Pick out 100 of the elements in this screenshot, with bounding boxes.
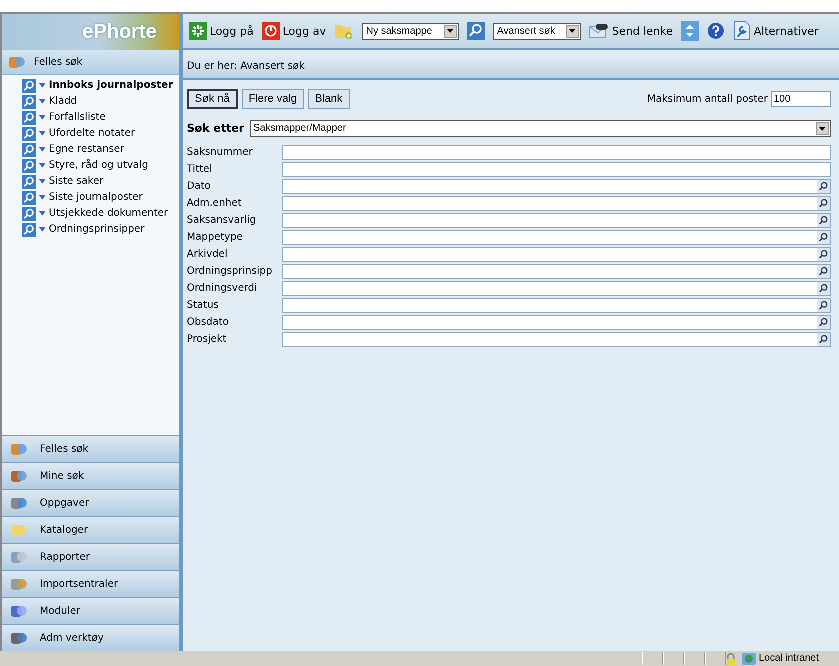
- field-label: Tittel: [187, 164, 214, 175]
- nav-icon: [10, 576, 28, 592]
- envelope-link-icon: [589, 23, 610, 39]
- field-label: Arkivdel: [187, 249, 229, 260]
- search-icon[interactable]: [22, 126, 36, 140]
- search-icon: [819, 335, 828, 344]
- nav-item[interactable]: Moduler: [2, 597, 179, 624]
- search-icon: [819, 233, 828, 242]
- sidebar-item[interactable]: Forfallsliste: [22, 110, 179, 125]
- toolbar-select[interactable]: Ny saksmappe: [362, 22, 460, 40]
- section-title: Felles søk: [34, 56, 83, 68]
- search-icon[interactable]: [22, 158, 36, 172]
- toolbar-button[interactable]: Send lenke: [589, 23, 673, 39]
- nav-item[interactable]: Kataloger: [2, 516, 179, 543]
- input-field[interactable]: [282, 332, 831, 347]
- input-field[interactable]: [282, 264, 831, 279]
- field-label: Status: [187, 300, 220, 311]
- nav-item[interactable]: Importsentraler: [2, 570, 179, 597]
- nav-item[interactable]: Oppgaver: [2, 489, 179, 516]
- search-icon[interactable]: [22, 190, 36, 204]
- nav-icon: [8, 54, 26, 70]
- input-field[interactable]: [282, 145, 831, 160]
- search-icon[interactable]: [22, 94, 36, 108]
- search-icon: [819, 182, 828, 191]
- toolbar-select[interactable]: Avansert søk: [493, 22, 582, 40]
- breadcrumb: Du er her: Avansert søk: [183, 54, 839, 80]
- search-icon: [819, 318, 828, 327]
- input-field[interactable]: [282, 315, 831, 330]
- up-down-icon[interactable]: [681, 21, 699, 41]
- caret-icon: [39, 163, 46, 168]
- search-icon[interactable]: [22, 174, 36, 188]
- caret-icon: [39, 227, 46, 232]
- lookup-button[interactable]: [817, 282, 830, 295]
- toolbar-button[interactable]: Alternativer: [733, 21, 819, 41]
- sidebar-item[interactable]: Ordningsprinsipper: [22, 222, 179, 237]
- field-label: Adm.enhet: [187, 198, 243, 209]
- sidebar-item[interactable]: Kladd: [22, 94, 179, 109]
- caret-icon: [39, 211, 46, 216]
- sidebar-item[interactable]: Egne restanser: [22, 142, 179, 157]
- lookup-button[interactable]: [817, 299, 830, 312]
- lookup-button[interactable]: [817, 231, 830, 244]
- input-field[interactable]: [282, 162, 831, 177]
- search-icon[interactable]: [22, 110, 36, 124]
- lookup-button[interactable]: [817, 333, 830, 346]
- sidebar-item[interactable]: Siste saker: [22, 174, 179, 189]
- power-icon: [262, 22, 280, 40]
- field-label: Dato: [187, 181, 212, 192]
- sidebar-item[interactable]: Innboks journalposter: [22, 78, 179, 93]
- field-label: Søk etter: [187, 122, 244, 135]
- wrench-icon: [733, 21, 751, 41]
- search-icon: [819, 284, 828, 293]
- type-select[interactable]: Saksmapper/Mapper: [250, 120, 831, 137]
- nav-icon: [10, 603, 28, 619]
- toolbar-button[interactable]: Logg på: [189, 22, 254, 40]
- lookup-button[interactable]: [817, 316, 830, 329]
- field-label: Mappetype: [187, 232, 244, 243]
- nav-item[interactable]: Mine søk: [2, 462, 179, 489]
- input-field[interactable]: [282, 298, 831, 313]
- sidebar-item[interactable]: Siste journalposter: [22, 190, 179, 205]
- lookup-button[interactable]: [817, 197, 830, 210]
- globe-icon: [742, 652, 756, 664]
- search-icon[interactable]: [22, 142, 36, 156]
- nav-item[interactable]: Adm verktøy: [2, 624, 179, 651]
- nav-item[interactable]: Felles søk: [2, 435, 179, 462]
- nav-icon: [10, 495, 28, 511]
- caret-icon: [39, 179, 46, 184]
- sidebar-item[interactable]: Ufordelte notater: [22, 126, 179, 141]
- lookup-button[interactable]: [817, 214, 830, 227]
- lookup-button[interactable]: [817, 248, 830, 261]
- caret-icon: [39, 195, 46, 200]
- action-button[interactable]: Flere valg: [242, 89, 304, 109]
- search-icon: [819, 267, 828, 276]
- search-icon: [819, 250, 828, 259]
- toolbar-button[interactable]: Logg av: [262, 22, 326, 40]
- field-label: Saksansvarlig: [187, 215, 258, 226]
- nav-item[interactable]: Rapporter: [2, 543, 179, 570]
- input-field[interactable]: [282, 247, 831, 262]
- folder-icon: [10, 522, 28, 538]
- action-button[interactable]: Søk nå: [187, 89, 238, 109]
- input-field[interactable]: [282, 179, 831, 194]
- input-field[interactable]: [282, 230, 831, 245]
- action-button[interactable]: Blank: [308, 89, 350, 109]
- search-icon: [819, 301, 828, 310]
- search-icon[interactable]: [22, 222, 36, 236]
- search-icon[interactable]: [22, 78, 36, 92]
- search-icon[interactable]: [467, 22, 486, 40]
- input-field[interactable]: 100: [771, 91, 831, 107]
- help-icon[interactable]: [707, 22, 725, 40]
- input-field[interactable]: [282, 281, 831, 296]
- search-icon: [819, 216, 828, 225]
- caret-icon: [39, 115, 46, 120]
- lookup-button[interactable]: [817, 265, 830, 278]
- sidebar-item[interactable]: Utsjekkede dokumenter: [22, 206, 179, 221]
- input-field[interactable]: [282, 213, 831, 228]
- input-field[interactable]: [282, 196, 831, 211]
- field-label: Ordningsverdi: [187, 283, 258, 294]
- search-icon[interactable]: [22, 206, 36, 220]
- sidebar-item[interactable]: Styre, råd og utvalg: [22, 158, 179, 173]
- lock-icon: [726, 652, 736, 664]
- lookup-button[interactable]: [817, 180, 830, 193]
